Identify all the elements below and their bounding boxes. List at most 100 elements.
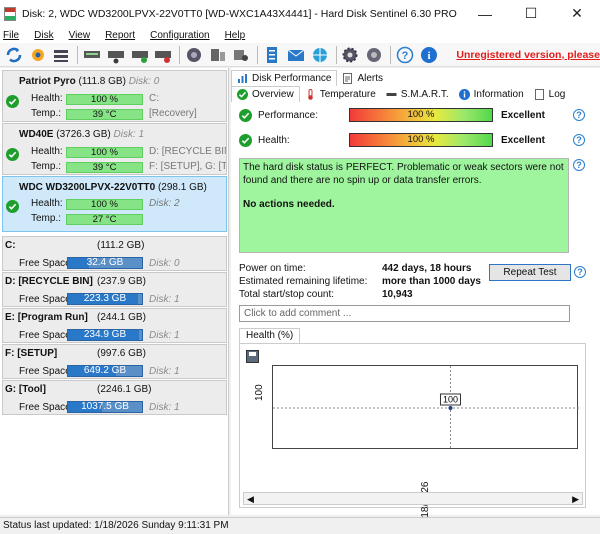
repeat-test-button[interactable]: Repeat Test [489, 264, 571, 281]
disk-test-icon[interactable] [184, 45, 204, 65]
unregistered-link[interactable]: Unregistered version, please [456, 49, 600, 61]
comment-input[interactable]: Click to add comment ... [239, 305, 570, 322]
tab-overview[interactable]: Overview [231, 86, 300, 102]
report-icon[interactable] [262, 45, 282, 65]
tab-smart[interactable]: S.M.A.R.T. [381, 86, 454, 102]
menu-file[interactable]: File [3, 30, 19, 41]
health-label: Health: [258, 135, 290, 146]
volume-disk: Disk: 1 [149, 366, 180, 377]
menu-configuration[interactable]: Configuration [150, 30, 209, 41]
disk-title: WDC WD3200LPVX-22V0TT0 (298.1 GB) [19, 182, 207, 193]
disk-card-selected[interactable]: WDC WD3200LPVX-22V0TT0 (298.1 GB) Health… [2, 176, 227, 232]
disk-list-panel: Patriot Pyro (111.8 GB) Disk: 0 Health: … [0, 68, 229, 515]
temp-extra: [Recovery] [149, 108, 197, 119]
refresh-icon[interactable] [4, 45, 24, 65]
smart-icon [386, 92, 397, 96]
chart-tab-health[interactable]: Health (%) [239, 328, 301, 343]
health-row: Health: 100 % Disk: 2 [3, 198, 226, 211]
sound-icon[interactable] [364, 45, 384, 65]
settings-disk-icon[interactable] [232, 45, 252, 65]
disk-name: WDC WD3200LPVX-22V0TT0 [19, 182, 156, 193]
performance-help-icon[interactable]: ? [573, 109, 585, 121]
performance-ok-icon [239, 109, 252, 122]
health-bar: 100 % [66, 199, 143, 210]
volume-size: (997.6 GB) [97, 348, 146, 359]
volume-disk: Disk: 1 [149, 330, 180, 341]
maximize-button[interactable]: ☐ [508, 0, 554, 27]
free-space-label: Free Space [19, 258, 71, 269]
disk-list-icon[interactable] [51, 45, 71, 65]
health-bar: 100 % [66, 147, 143, 158]
menu-report[interactable]: Report [105, 30, 135, 41]
horizontal-scrollbar[interactable]: ◀ ▶ [243, 492, 583, 505]
help-icon[interactable]: ? [395, 45, 415, 65]
status-help-icon[interactable]: ? [573, 159, 585, 171]
drive-2-icon[interactable] [106, 45, 126, 65]
disk-title: WD40E (3726.3 GB) Disk: 1 [19, 129, 144, 140]
drive-1-icon[interactable] [82, 45, 102, 65]
info-icon[interactable]: i [419, 45, 439, 65]
save-icon[interactable] [246, 350, 259, 363]
volume-disk: Disk: 1 [149, 294, 180, 305]
close-button[interactable]: ✕ [554, 0, 600, 27]
power-on-label: Power on time: [239, 263, 306, 274]
temp-row: Temp.: 39 °C F: [SETUP], G: [Tool] [3, 161, 226, 174]
disk-card[interactable]: WD40E (3726.3 GB) Disk: 1 Health: 100 % … [2, 123, 227, 175]
disk-name: WD40E [19, 129, 54, 140]
tab-temperature[interactable]: Temperature [300, 86, 381, 102]
volume-item[interactable]: G: [Tool] (2246.1 GB) Free Space 1037.5 … [2, 380, 227, 415]
startstop-value: 10,943 [382, 289, 413, 300]
alerts-icon [343, 72, 353, 84]
tab-log[interactable]: Log [529, 86, 571, 102]
volume-item[interactable]: F: [SETUP] (997.6 GB) Free Space 649.2 G… [2, 344, 227, 379]
temp-label: Temp.: [31, 108, 62, 119]
drive-3-icon[interactable] [130, 45, 150, 65]
menu-disk[interactable]: Disk [34, 30, 53, 41]
svg-text:i: i [427, 50, 430, 62]
tab-disk-performance[interactable]: Disk Performance [231, 70, 338, 86]
tab-label: Alerts [357, 72, 384, 84]
temp-bar: 39 °C [66, 109, 143, 120]
disk-gear-icon[interactable] [28, 45, 48, 65]
surface-test-icon[interactable] [208, 45, 228, 65]
menu-view[interactable]: View [69, 30, 91, 41]
volume-item[interactable]: C: (111.2 GB) Free Space 32.4 GB Disk: 0 [2, 236, 227, 271]
tab-information[interactable]: Information [454, 86, 529, 102]
tab-label: Log [548, 88, 566, 100]
disk-card[interactable]: Patriot Pyro (111.8 GB) Disk: 0 Health: … [2, 70, 227, 122]
volume-size: (111.2 GB) [97, 240, 145, 251]
performance-label: Performance: [258, 110, 319, 121]
temp-extra: F: [SETUP], G: [Tool] [149, 161, 226, 172]
toolbar: ? i Unregistered version, please [0, 43, 600, 67]
free-space-label: Free Space [19, 330, 71, 341]
volume-item[interactable]: D: [RECYCLE BIN] (237.9 GB) Free Space 2… [2, 272, 227, 307]
window-title: Disk: 2, WDC WD3200LPVX-22V0TT0 [WD-WXC1… [22, 7, 457, 20]
volume-name: E: [Program Run] [5, 312, 88, 323]
power-on-value: 442 days, 18 hours [382, 263, 472, 274]
free-space-bar: 1037.5 GB [67, 401, 143, 413]
health-label: Health: [31, 93, 63, 104]
scroll-left-icon[interactable]: ◀ [247, 494, 254, 505]
email-icon[interactable] [286, 45, 306, 65]
drive-4-icon[interactable] [153, 45, 173, 65]
disk-size: (111.8 GB) [78, 76, 126, 87]
menu-help[interactable]: Help [225, 30, 246, 41]
volume-item[interactable]: E: [Program Run] (244.1 GB) Free Space 2… [2, 308, 227, 343]
disk-name: Patriot Pyro [19, 76, 76, 87]
repeat-help-icon[interactable]: ? [574, 266, 586, 278]
minimize-button[interactable]: — [462, 0, 508, 27]
disk-size: (298.1 GB) [157, 182, 207, 193]
free-space-value: 649.2 GB [83, 365, 127, 376]
volume-name: C: [5, 240, 16, 251]
health-label: Health: [31, 198, 63, 209]
tab-alerts[interactable]: Alerts [337, 70, 388, 86]
gear-icon[interactable] [340, 45, 360, 65]
scroll-right-icon[interactable]: ▶ [572, 494, 579, 505]
details-panel: Disk Performance Alerts Overview Tempera… [231, 68, 600, 526]
disk-number: Disk: 2 [149, 198, 180, 209]
health-extra: D: [RECYCLE BIN], E: [ [149, 146, 226, 157]
free-space-bar: 223.3 GB [67, 293, 143, 305]
network-icon[interactable] [310, 45, 330, 65]
temp-label: Temp.: [31, 213, 62, 224]
health-help-icon[interactable]: ? [573, 134, 585, 146]
